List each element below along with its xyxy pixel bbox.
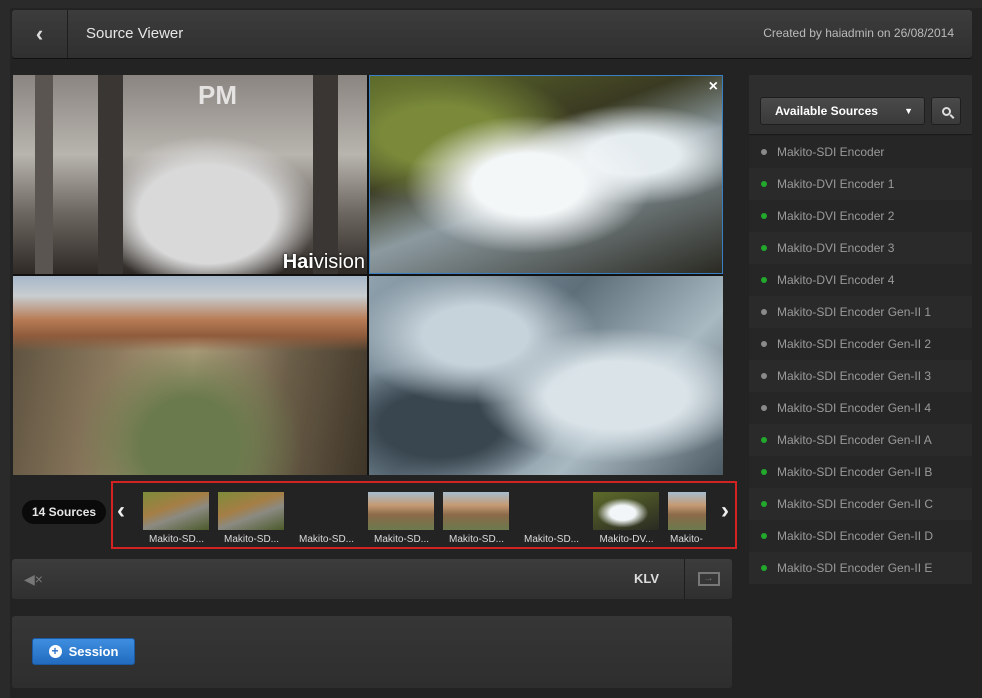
video-grid: PM Haivision × [13,75,723,475]
source-thumbnail[interactable] [593,492,659,530]
source-list-item[interactable]: Makito-SDI Encoder Gen-II 2 [749,328,972,360]
status-dot-icon [761,213,767,219]
available-sources-dropdown[interactable]: Available Sources ▼ [760,97,925,125]
source-name: Makito-DVI Encoder 4 [777,273,895,287]
created-info: Created by haiadmin on 26/08/2014 [763,26,954,40]
haivision-watermark: Haivision [282,251,365,273]
thumbnail-label: Makito- [670,534,703,545]
source-name: Makito-DVI Encoder 3 [777,241,895,255]
thumbnail-label: Makito-SD... [373,534,429,545]
status-dot-icon [761,341,767,347]
thumbnail-label: Makito-SD... [523,534,579,545]
chevron-right-icon[interactable]: › [721,497,729,525]
status-dot-icon [761,565,767,571]
source-list-item[interactable]: Makito-SDI Encoder Gen-II D [749,520,972,552]
source-name: Makito-SDI Encoder Gen-II D [777,529,934,543]
status-dot-icon [761,469,767,475]
source-name: Makito-SDI Encoder Gen-II A [777,433,932,447]
dropdown-label: Available Sources [775,104,878,118]
source-name: Makito-SDI Encoder Gen-II 1 [777,305,932,319]
tile-sign-text: PM [198,80,237,110]
add-session-button[interactable]: + Session [32,638,135,665]
klv-button[interactable]: KLV [634,571,659,586]
source-name: Makito-SDI Encoder Gen-II B [777,465,933,479]
screen-output-button[interactable]: → [684,559,732,599]
video-tile-1[interactable]: PM Haivision [13,75,367,274]
caret-down-icon: ▼ [904,106,913,116]
header-bar: ‹ Source Viewer Created by haiadmin on 2… [12,10,972,58]
back-button[interactable]: ‹ [12,10,68,58]
status-dot-icon [761,181,767,187]
thumbnail-label: Makito-SD... [223,534,279,545]
page-title: Source Viewer [86,25,184,42]
source-list-item[interactable]: Makito-SDI Encoder Gen-II A [749,424,972,456]
video-tile-2[interactable]: × [369,75,723,274]
status-dot-icon [761,437,767,443]
sources-sidebar: Available Sources ▼ Makito-SDI Encoder Ma… [749,75,972,584]
thumbnail-label: Makito-DV... [599,534,654,545]
source-name: Makito-SDI Encoder Gen-II C [777,497,934,511]
source-thumbnail[interactable] [293,492,359,530]
status-dot-icon [761,533,767,539]
thumbnail-label: Makito-SD... [148,534,204,545]
mute-icon[interactable]: ◀× [24,571,43,588]
close-icon[interactable]: × [709,78,718,96]
status-dot-icon [761,277,767,283]
status-dot-icon [761,405,767,411]
source-list-item[interactable]: Makito-SDI Encoder Gen-II 4 [749,392,972,424]
source-thumbnail-strip: ‹ › Makito-SD... Makito-SD... Makito-SD...… [111,481,737,549]
source-thumbnail[interactable] [518,492,584,530]
thumbnail-label: Makito-SD... [298,534,354,545]
source-thumbnail[interactable] [368,492,434,530]
source-list-item[interactable]: Makito-SDI Encoder Gen-II C [749,488,972,520]
source-list-item[interactable]: Makito-DVI Encoder 4 [749,264,972,296]
source-name: Makito-SDI Encoder Gen-II E [777,561,933,575]
source-name: Makito-SDI Encoder [777,145,885,159]
source-list-item[interactable]: Makito-DVI Encoder 3 [749,232,972,264]
video-tile-3[interactable] [13,276,367,475]
status-dot-icon [761,149,767,155]
source-list-item[interactable]: Makito-SDI Encoder Gen-II 3 [749,360,972,392]
source-list: Makito-SDI Encoder Makito-DVI Encoder 1 Ma… [749,136,972,584]
status-dot-icon [761,373,767,379]
source-thumbnail[interactable] [668,492,706,530]
source-list-item[interactable]: Makito-SDI Encoder Gen-II B [749,456,972,488]
status-dot-icon [761,501,767,507]
thumbnail-label: Makito-SD... [448,534,504,545]
video-tile-4[interactable] [369,276,723,475]
chevron-left-icon: ‹ [35,21,44,46]
search-button[interactable] [931,97,961,125]
chevron-left-icon[interactable]: ‹ [117,497,125,525]
source-thumbnail[interactable] [218,492,284,530]
session-button-label: Session [68,644,119,659]
player-controls: ◀× KLV → [12,559,732,599]
session-panel: + Session [12,616,732,688]
sources-toolbar: Available Sources ▼ [749,75,972,135]
status-dot-icon [761,309,767,315]
status-dot-icon [761,245,767,251]
source-name: Makito-SDI Encoder Gen-II 2 [777,337,932,351]
source-list-item[interactable]: Makito-DVI Encoder 2 [749,200,972,232]
source-name: Makito-SDI Encoder Gen-II 4 [777,401,932,415]
source-name: Makito-DVI Encoder 1 [777,177,895,191]
source-list-item[interactable]: Makito-SDI Encoder Gen-II E [749,552,972,584]
plus-circle-icon: + [48,645,62,658]
screen-arrow-icon: → [697,572,720,586]
source-list-item[interactable]: Makito-DVI Encoder 1 [749,168,972,200]
source-list-item[interactable]: Makito-SDI Encoder [749,136,972,168]
source-thumbnail[interactable] [143,492,209,530]
sources-count-badge: 14 Sources [22,500,107,524]
source-name: Makito-DVI Encoder 2 [777,209,895,223]
source-name: Makito-SDI Encoder Gen-II 3 [777,369,932,383]
source-list-item[interactable]: Makito-SDI Encoder Gen-II 1 [749,296,972,328]
search-icon [941,106,951,116]
source-thumbnail[interactable] [443,492,509,530]
